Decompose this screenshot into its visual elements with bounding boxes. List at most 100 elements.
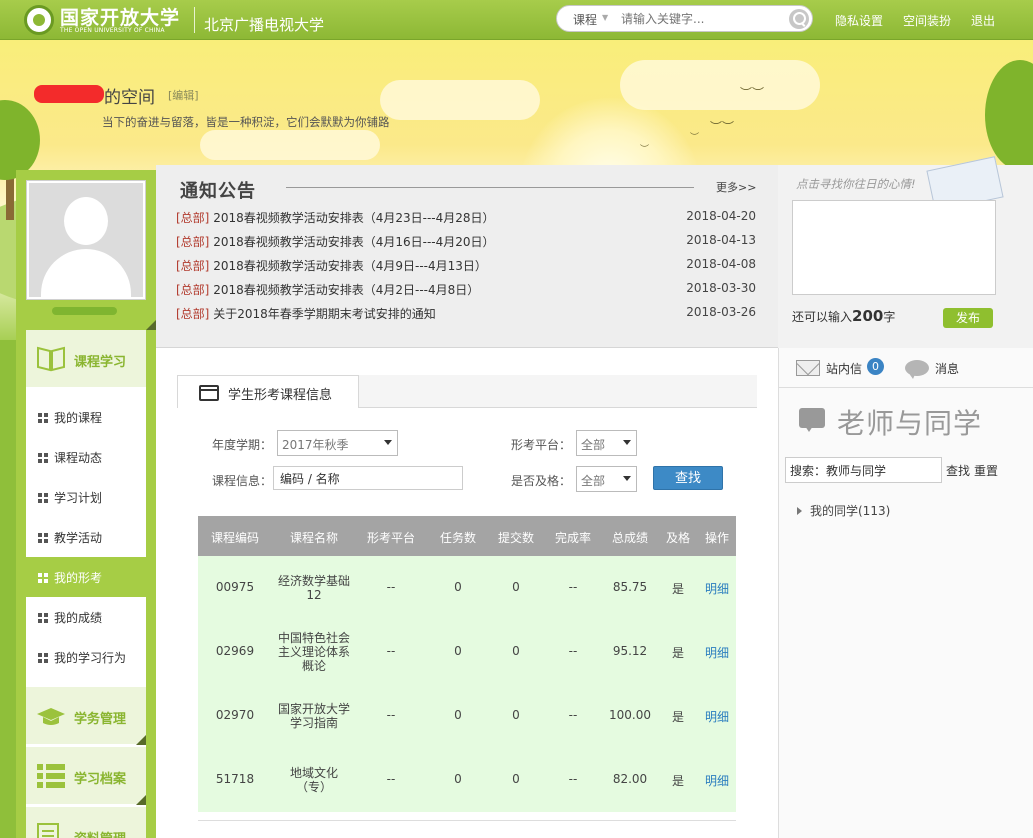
sidebar-section-course[interactable]: 课程学习 [26, 330, 146, 388]
sidebar-item-label: 学习计划 [54, 491, 103, 505]
sidebar-item-label: 我的学习行为 [54, 651, 127, 665]
cell-tasks: 0 [454, 708, 462, 722]
sidebar-item-learning-behavior[interactable]: 我的学习行为 [26, 637, 146, 677]
cell-name: 经济数学基础 12 [277, 574, 350, 602]
sidebar-section-affairs[interactable]: 学务管理 [26, 687, 146, 745]
cell-submitted: 0 [512, 644, 520, 658]
corner-triangle-icon [146, 320, 156, 330]
tab-label: 学生形考课程信息 [228, 388, 333, 403]
notice-item[interactable]: [总部] 2018春视频教学活动安排表（4月2日---4月8日） 2018-03-… [176, 281, 756, 301]
university-logo-icon[interactable] [24, 5, 54, 35]
sidebar-item-study-plan[interactable]: 学习计划 [26, 477, 146, 517]
logout-link[interactable]: 退出 [971, 12, 995, 29]
window-icon [199, 385, 219, 401]
notice-title-text[interactable]: 2018春视频教学活动安排表（4月16日---4月20日） [213, 235, 494, 249]
notice-item[interactable]: [总部] 2018春视频教学活动安排表（4月16日---4月20日） 2018-0… [176, 233, 756, 253]
column-header: 任务数 [439, 531, 476, 545]
mood-textarea[interactable] [792, 200, 996, 295]
search-input[interactable] [621, 9, 781, 29]
cell-name: 国家开放大学 学习指南 [277, 702, 350, 730]
cell-code: 00975 [215, 580, 255, 594]
notice-title-text[interactable]: 2018春视频教学活动安排表（4月9日---4月13日） [213, 259, 487, 273]
table-row: 51718 地域文化 （专） -- 0 0 -- 82.00 是 明细 [198, 748, 736, 812]
platform-select[interactable]: 全部 [576, 430, 637, 456]
notice-tag: [总部] [176, 307, 210, 321]
grid-icon [38, 413, 48, 423]
cell-platform: -- [386, 580, 396, 594]
brand-name[interactable]: 国家开放大学 [60, 3, 180, 30]
term-select[interactable]: 2017年秋季 [277, 430, 398, 456]
post-button[interactable]: 发布 [943, 308, 993, 328]
detail-link[interactable]: 明细 [698, 644, 736, 661]
detail-link[interactable]: 明细 [698, 580, 736, 597]
cell-tasks: 0 [454, 772, 462, 786]
cell-submitted: 0 [512, 580, 520, 594]
notice-title-text[interactable]: 2018春视频教学活动安排表（4月23日---4月28日） [213, 211, 494, 225]
right-sidebar: 站内信 0 消息 老师与同学 查找 重置 我的同学(113) [778, 348, 1033, 838]
space-decorate-link[interactable]: 空间装扮 [903, 12, 951, 29]
notice-item[interactable]: [总部] 2018春视频教学活动安排表（4月23日---4月28日） 2018-0… [176, 209, 756, 229]
chat-bubble-icon[interactable] [905, 360, 929, 379]
grid-icon [38, 613, 48, 623]
sidebar-section-label: 课程学习 [74, 355, 127, 370]
notice-title-text[interactable]: 关于2018年春季学期期末考试安排的通知 [213, 307, 436, 321]
notice-panel: 通知公告 更多>> [总部] 2018春视频教学活动安排表（4月23日---4月… [156, 165, 778, 348]
tree-decoration [985, 60, 1033, 170]
cell-code: 51718 [215, 772, 255, 786]
redacted-username [34, 85, 104, 103]
pass-select[interactable]: 全部 [576, 466, 637, 492]
edit-space-link[interactable]: [编辑] [168, 87, 199, 103]
sidebar-menu: 课程学习 我的课程 课程动态 学习计划 教学活动 我的形考 我的成绩 我的学习行… [26, 330, 146, 838]
chevron-down-icon[interactable]: ▼ [602, 13, 608, 22]
cell-pass: 是 [671, 710, 684, 724]
cell-pass: 是 [671, 646, 684, 660]
sidebar-item-teaching-activity[interactable]: 教学活动 [26, 517, 146, 557]
left-sidebar: 课程学习 我的课程 课程动态 学习计划 教学活动 我的形考 我的成绩 我的学习行… [16, 170, 156, 838]
envelope-icon[interactable] [796, 360, 820, 376]
notice-date: 2018-04-08 [686, 257, 756, 271]
sidebar-section-archive[interactable]: 学习档案 [26, 747, 146, 805]
cell-score: 82.00 [612, 772, 648, 786]
privacy-settings-link[interactable]: 隐私设置 [835, 12, 883, 29]
notice-title-text[interactable]: 2018春视频教学活动安排表（4月2日---4月8日） [213, 283, 479, 297]
divider [198, 820, 736, 821]
mood-panel: 点击寻找你往日的心情! 还可以输入200字 发布 [778, 156, 1033, 348]
sidebar-item-my-assessment[interactable]: 我的形考 [26, 557, 146, 597]
contact-reset-link[interactable]: 重置 [974, 462, 998, 479]
sidebar-item-label: 我的成绩 [54, 611, 103, 625]
notice-date: 2018-04-13 [686, 233, 756, 247]
inbox-link[interactable]: 站内信 [826, 360, 862, 377]
sidebar-item-my-courses[interactable]: 我的课程 [26, 397, 146, 437]
notice-tag: [总部] [176, 259, 210, 273]
sidebar-item-course-news[interactable]: 课程动态 [26, 437, 146, 477]
messages-link[interactable]: 消息 [935, 360, 959, 377]
campus-name: 北京广播电视大学 [204, 16, 325, 34]
chevron-down-icon [623, 440, 631, 445]
notice-tag: [总部] [176, 283, 210, 297]
message-bar: 站内信 0 消息 [779, 348, 1033, 388]
assessment-panel: 学生形考课程信息 年度学期： 2017年秋季 形考平台： 全部 课程信息： 是否… [156, 348, 778, 838]
notice-more-link[interactable]: 更多>> [716, 179, 756, 195]
contact-search-input[interactable] [785, 457, 942, 483]
tab-assessment-info[interactable]: 学生形考课程信息 [177, 375, 359, 408]
find-button[interactable]: 查找 [653, 466, 723, 490]
notice-item[interactable]: [总部] 2018春视频教学活动安排表（4月9日---4月13日） 2018-04… [176, 257, 756, 277]
corner-triangle-icon [136, 735, 146, 745]
search-icon[interactable] [789, 9, 809, 29]
sidebar-section-material[interactable]: 资料管理 [26, 807, 146, 838]
mood-prompt: 点击寻找你往日的心情! [796, 177, 916, 191]
inbox-count-badge: 0 [867, 358, 884, 375]
detail-link[interactable]: 明细 [698, 708, 736, 725]
notice-item[interactable]: [总部] 关于2018年春季学期期末考试安排的通知 2018-03-26 [176, 305, 756, 325]
contact-find-link[interactable]: 查找 [946, 462, 970, 479]
search-category-select[interactable]: 课程 [573, 11, 597, 28]
avatar[interactable] [26, 180, 146, 300]
course-input[interactable] [273, 466, 463, 490]
table-body: 00975 经济数学基础 12 -- 0 0 -- 85.75 是 明细 0296… [198, 556, 736, 812]
grid-icon [38, 653, 48, 663]
sidebar-item-my-grades[interactable]: 我的成绩 [26, 597, 146, 637]
detail-link[interactable]: 明细 [698, 772, 736, 789]
brand-subtitle: THE OPEN UNIVERSITY OF CHINA [60, 27, 165, 34]
book-icon [37, 346, 65, 372]
classmates-tree-item[interactable]: 我的同学(113) [797, 502, 890, 519]
